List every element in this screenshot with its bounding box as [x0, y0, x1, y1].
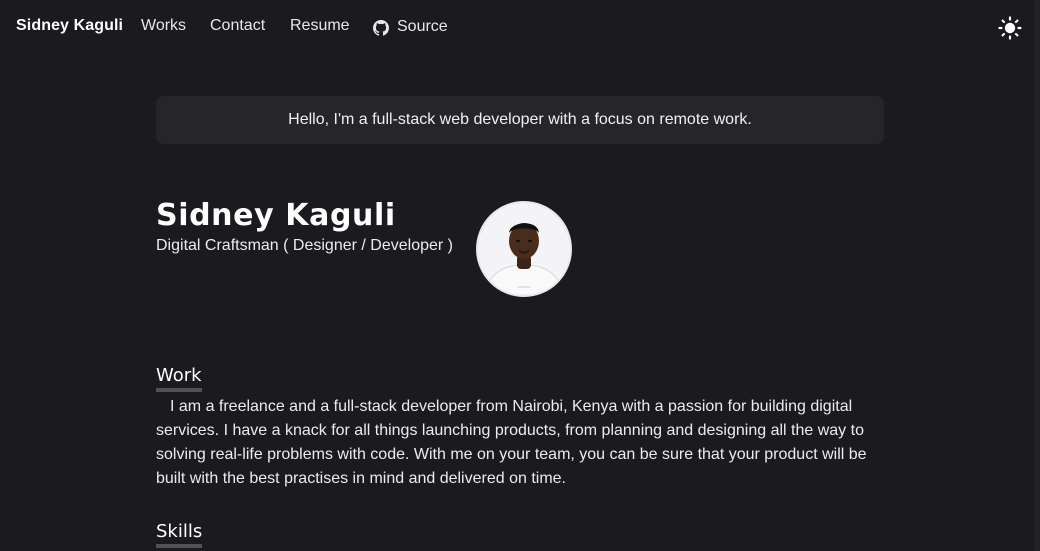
nav-link-source[interactable]: Source [373, 17, 448, 36]
theme-toggle-button[interactable] [996, 14, 1024, 42]
hero-name: Sidney Kaguli [156, 198, 396, 233]
navbar: Sidney Kaguli Works Contact Resume Sourc… [0, 0, 1040, 56]
hero-subtitle: Digital Craftsman ( Designer / Developer… [156, 237, 453, 254]
scrollbar[interactable] [1034, 0, 1040, 551]
nav-link-contact[interactable]: Contact [210, 17, 265, 35]
brand-link[interactable]: Sidney Kaguli [16, 17, 123, 35]
work-description: I am a freelance and a full-stack develo… [156, 398, 867, 487]
github-icon [373, 20, 389, 36]
section-title-work: Work [156, 365, 202, 392]
source-label: Source [397, 17, 448, 35]
intro-banner-text: Hello, I'm a full-stack web developer wi… [288, 111, 752, 128]
intro-banner: Hello, I'm a full-stack web developer wi… [156, 96, 884, 144]
sun-icon [998, 16, 1022, 40]
profile-photo [478, 203, 570, 295]
nav-link-resume[interactable]: Resume [290, 17, 350, 35]
nav-link-works[interactable]: Works [141, 17, 186, 35]
section-title-skills: Skills [156, 521, 203, 548]
avatar [476, 201, 572, 297]
